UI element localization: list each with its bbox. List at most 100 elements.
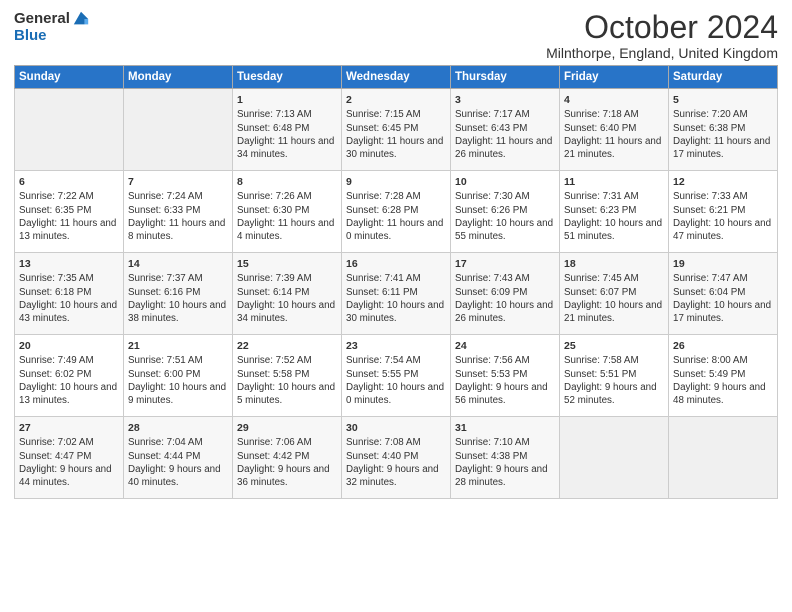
cell-text: Sunrise: 7:06 AM: [237, 436, 337, 449]
cell-text: Sunrise: 7:24 AM: [128, 190, 228, 203]
cell-text: Sunset: 6:02 PM: [19, 368, 119, 381]
cell-1-2: 8Sunrise: 7:26 AMSunset: 6:30 PMDaylight…: [233, 171, 342, 253]
cell-2-4: 17Sunrise: 7:43 AMSunset: 6:09 PMDayligh…: [451, 253, 560, 335]
cell-text: Daylight: 9 hours and 44 minutes.: [19, 463, 119, 489]
day-number: 11: [564, 175, 664, 189]
day-number: 1: [237, 93, 337, 107]
cell-text: Daylight: 10 hours and 51 minutes.: [564, 217, 664, 243]
cell-text: Sunset: 6:04 PM: [673, 286, 773, 299]
cell-text: Sunrise: 7:13 AM: [237, 108, 337, 121]
day-number: 5: [673, 93, 773, 107]
week-row-4: 27Sunrise: 7:02 AMSunset: 4:47 PMDayligh…: [15, 417, 778, 499]
cell-text: Sunrise: 7:41 AM: [346, 272, 446, 285]
cell-text: Sunrise: 7:28 AM: [346, 190, 446, 203]
cell-2-1: 14Sunrise: 7:37 AMSunset: 6:16 PMDayligh…: [124, 253, 233, 335]
logo: General Blue: [14, 10, 90, 45]
cell-3-4: 24Sunrise: 7:56 AMSunset: 5:53 PMDayligh…: [451, 335, 560, 417]
cell-text: Sunrise: 7:30 AM: [455, 190, 555, 203]
cell-0-2: 1Sunrise: 7:13 AMSunset: 6:48 PMDaylight…: [233, 89, 342, 171]
week-row-2: 13Sunrise: 7:35 AMSunset: 6:18 PMDayligh…: [15, 253, 778, 335]
col-header-sunday: Sunday: [15, 66, 124, 89]
day-number: 7: [128, 175, 228, 189]
cell-text: Sunset: 6:38 PM: [673, 122, 773, 135]
day-number: 18: [564, 257, 664, 271]
day-number: 10: [455, 175, 555, 189]
cell-0-6: 5Sunrise: 7:20 AMSunset: 6:38 PMDaylight…: [669, 89, 778, 171]
day-number: 16: [346, 257, 446, 271]
day-number: 4: [564, 93, 664, 107]
cell-text: Sunset: 6:23 PM: [564, 204, 664, 217]
cell-text: Daylight: 11 hours and 4 minutes.: [237, 217, 337, 243]
cell-1-5: 11Sunrise: 7:31 AMSunset: 6:23 PMDayligh…: [560, 171, 669, 253]
cell-text: Sunrise: 7:35 AM: [19, 272, 119, 285]
day-number: 9: [346, 175, 446, 189]
cell-0-3: 2Sunrise: 7:15 AMSunset: 6:45 PMDaylight…: [342, 89, 451, 171]
subtitle: Milnthorpe, England, United Kingdom: [546, 45, 778, 61]
cell-text: Sunset: 6:33 PM: [128, 204, 228, 217]
cell-text: Sunrise: 7:37 AM: [128, 272, 228, 285]
cell-text: Daylight: 10 hours and 30 minutes.: [346, 299, 446, 325]
cell-text: Daylight: 11 hours and 0 minutes.: [346, 217, 446, 243]
day-number: 25: [564, 339, 664, 353]
day-number: 23: [346, 339, 446, 353]
logo-blue: Blue: [14, 28, 47, 45]
cell-text: Daylight: 9 hours and 36 minutes.: [237, 463, 337, 489]
cell-text: Sunrise: 7:22 AM: [19, 190, 119, 203]
cell-text: Daylight: 11 hours and 30 minutes.: [346, 135, 446, 161]
cell-text: Sunset: 6:21 PM: [673, 204, 773, 217]
cell-text: Sunrise: 7:18 AM: [564, 108, 664, 121]
cell-text: Sunset: 6:43 PM: [455, 122, 555, 135]
cell-text: Sunrise: 7:04 AM: [128, 436, 228, 449]
cell-text: Sunset: 4:42 PM: [237, 450, 337, 463]
cell-text: Daylight: 10 hours and 47 minutes.: [673, 217, 773, 243]
cell-1-0: 6Sunrise: 7:22 AMSunset: 6:35 PMDaylight…: [15, 171, 124, 253]
day-number: 27: [19, 421, 119, 435]
cell-text: Daylight: 9 hours and 40 minutes.: [128, 463, 228, 489]
cell-3-5: 25Sunrise: 7:58 AMSunset: 5:51 PMDayligh…: [560, 335, 669, 417]
cell-text: Sunrise: 7:56 AM: [455, 354, 555, 367]
cell-text: Daylight: 10 hours and 55 minutes.: [455, 217, 555, 243]
cell-text: Daylight: 10 hours and 26 minutes.: [455, 299, 555, 325]
cell-2-0: 13Sunrise: 7:35 AMSunset: 6:18 PMDayligh…: [15, 253, 124, 335]
cell-text: Sunrise: 7:52 AM: [237, 354, 337, 367]
cell-text: Daylight: 10 hours and 5 minutes.: [237, 381, 337, 407]
cell-text: Sunrise: 7:49 AM: [19, 354, 119, 367]
cell-text: Sunset: 6:28 PM: [346, 204, 446, 217]
cell-3-1: 21Sunrise: 7:51 AMSunset: 6:00 PMDayligh…: [124, 335, 233, 417]
cell-text: Sunset: 6:18 PM: [19, 286, 119, 299]
cell-3-6: 26Sunrise: 8:00 AMSunset: 5:49 PMDayligh…: [669, 335, 778, 417]
month-title: October 2024: [546, 10, 778, 45]
cell-text: Sunset: 6:16 PM: [128, 286, 228, 299]
cell-text: Sunrise: 7:33 AM: [673, 190, 773, 203]
cell-4-1: 28Sunrise: 7:04 AMSunset: 4:44 PMDayligh…: [124, 417, 233, 499]
cell-text: Daylight: 11 hours and 21 minutes.: [564, 135, 664, 161]
cell-0-1: [124, 89, 233, 171]
day-number: 13: [19, 257, 119, 271]
cell-text: Sunset: 6:35 PM: [19, 204, 119, 217]
cell-text: Daylight: 10 hours and 0 minutes.: [346, 381, 446, 407]
cell-4-6: [669, 417, 778, 499]
cell-text: Sunset: 6:40 PM: [564, 122, 664, 135]
cell-text: Sunrise: 7:39 AM: [237, 272, 337, 285]
cell-text: Sunset: 5:53 PM: [455, 368, 555, 381]
cell-text: Sunrise: 7:45 AM: [564, 272, 664, 285]
cell-text: Daylight: 10 hours and 38 minutes.: [128, 299, 228, 325]
week-row-3: 20Sunrise: 7:49 AMSunset: 6:02 PMDayligh…: [15, 335, 778, 417]
cell-text: Daylight: 9 hours and 28 minutes.: [455, 463, 555, 489]
cell-text: Daylight: 10 hours and 43 minutes.: [19, 299, 119, 325]
cell-text: Sunset: 6:45 PM: [346, 122, 446, 135]
cell-text: Sunset: 5:49 PM: [673, 368, 773, 381]
cell-2-6: 19Sunrise: 7:47 AMSunset: 6:04 PMDayligh…: [669, 253, 778, 335]
cell-text: Sunrise: 7:02 AM: [19, 436, 119, 449]
day-number: 30: [346, 421, 446, 435]
day-number: 31: [455, 421, 555, 435]
cell-text: Sunset: 4:40 PM: [346, 450, 446, 463]
cell-text: Sunset: 4:38 PM: [455, 450, 555, 463]
day-number: 15: [237, 257, 337, 271]
cell-text: Daylight: 10 hours and 9 minutes.: [128, 381, 228, 407]
col-header-thursday: Thursday: [451, 66, 560, 89]
cell-text: Daylight: 10 hours and 17 minutes.: [673, 299, 773, 325]
title-block: October 2024 Milnthorpe, England, United…: [546, 10, 778, 61]
cell-text: Sunset: 4:44 PM: [128, 450, 228, 463]
logo-icon: [72, 10, 90, 28]
